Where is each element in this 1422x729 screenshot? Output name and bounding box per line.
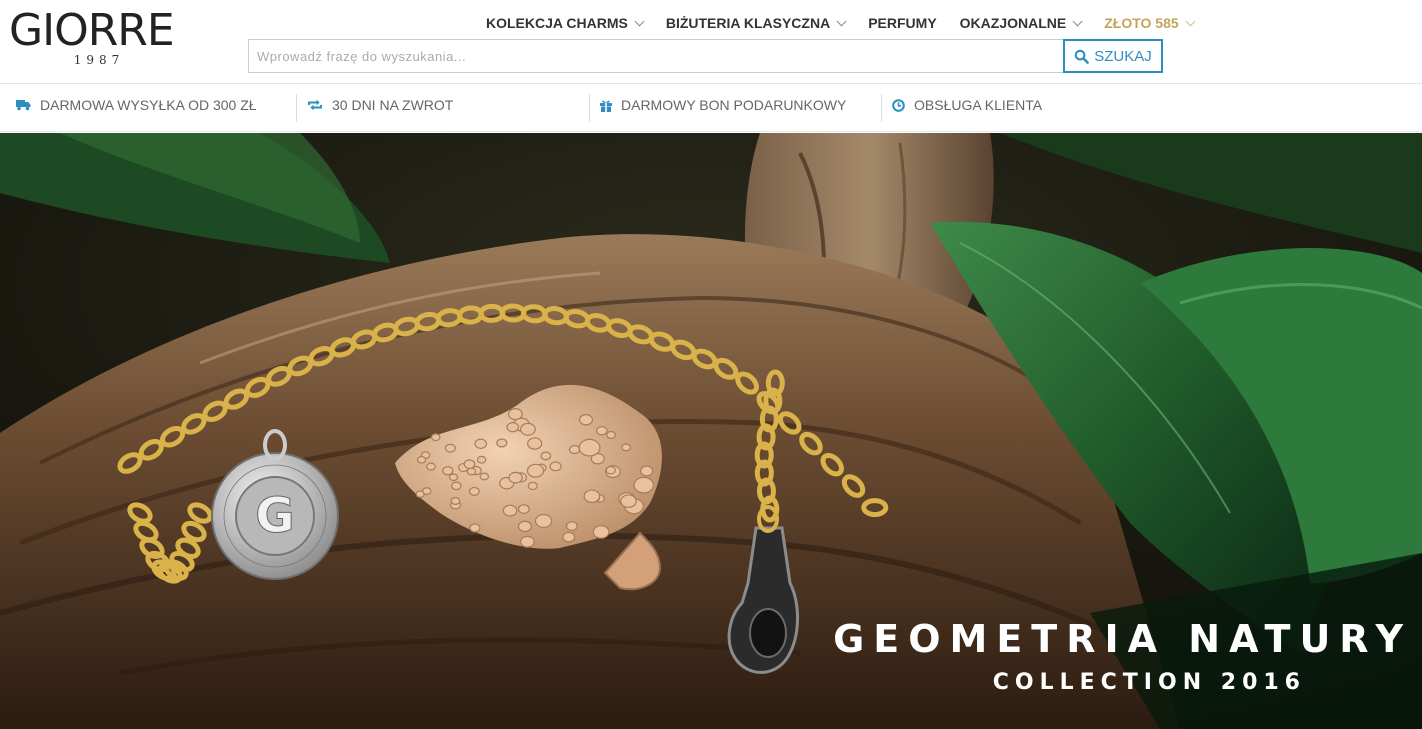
divider — [589, 94, 590, 122]
nav-item-okazjonalne[interactable]: OKAZJONALNE — [959, 15, 1083, 31]
nav-item-label: ZŁOTO 585 — [1104, 15, 1179, 31]
divider — [296, 94, 297, 122]
pebble-texture — [502, 504, 518, 517]
search-icon — [1074, 49, 1090, 64]
pebble-texture — [496, 438, 508, 448]
benefit-returns[interactable]: 30 DNI NA ZWROT — [307, 97, 453, 113]
pebble-texture — [592, 525, 610, 539]
pebble-texture — [416, 455, 427, 464]
pebble-texture — [633, 476, 655, 494]
search-button-label: SZUKAJ — [1094, 47, 1152, 65]
pebble-texture — [508, 471, 523, 484]
nav-item-label: BIŻUTERIA KLASYCZNA — [665, 15, 831, 31]
benefit-label: DARMOWA WYSYŁKA OD 300 ZŁ — [40, 97, 257, 113]
benefits-bar: DARMOWA WYSYŁKA OD 300 ZŁ 30 DNI NA ZWRO… — [0, 84, 1422, 132]
pebble-texture — [640, 465, 654, 477]
pebble-texture — [506, 421, 520, 433]
pebble-texture — [450, 497, 461, 505]
pebble-texture — [468, 486, 480, 496]
pebble-texture — [448, 473, 459, 482]
pebble-texture — [519, 422, 536, 436]
divider — [881, 94, 882, 122]
brand-logo[interactable]: GIORRE 1987 — [9, 8, 199, 72]
pebble-texture — [422, 487, 432, 495]
pebble-texture — [549, 461, 562, 472]
truck-icon — [16, 100, 31, 111]
pebble-texture — [517, 520, 532, 533]
pebble-texture — [579, 414, 594, 426]
pebble-texture — [621, 443, 631, 452]
nav-item-perfumy[interactable]: PERFUMY — [868, 15, 936, 31]
pebble-texture — [444, 443, 456, 453]
pebble-texture — [517, 504, 530, 514]
pebble-texture — [520, 535, 535, 548]
main-nav: KOLEKCJA CHARMS BIŻUTERIA KLASYCZNA PERF… — [486, 13, 1217, 33]
benefit-free-shipping[interactable]: DARMOWA WYSYŁKA OD 300 ZŁ — [16, 97, 257, 113]
hero-banner[interactable]: G GEOMETRIA NATURY COLLECTION 2016 — [0, 133, 1422, 729]
pebble-texture — [578, 438, 601, 457]
pebble-texture — [526, 463, 545, 478]
clock-icon — [892, 98, 905, 112]
chevron-down-icon — [634, 16, 645, 26]
nav-item-zloto-585[interactable]: ZŁOTO 585 — [1104, 15, 1196, 31]
pendant-letter: G — [255, 488, 294, 544]
pebble-texture — [451, 481, 462, 491]
pebble-texture — [463, 459, 476, 470]
benefit-label: 30 DNI NA ZWROT — [332, 97, 454, 113]
nav-item-kolekcja-charms[interactable]: KOLEKCJA CHARMS — [486, 15, 645, 31]
pebble-texture — [466, 467, 477, 476]
nav-item-bizuteria-klasyczna[interactable]: BIŻUTERIA KLASYCZNA — [665, 15, 847, 31]
nav-item-label: OKAZJONALNE — [959, 15, 1067, 31]
pebble-texture — [596, 426, 608, 436]
pebble-texture — [583, 489, 601, 504]
gift-icon — [600, 100, 612, 112]
chevron-down-icon — [1185, 16, 1196, 26]
pebble-texture — [476, 455, 487, 464]
benefit-customer-service[interactable]: OBSŁUGA KLIENTA — [892, 97, 1042, 113]
chevron-down-icon — [1072, 16, 1083, 26]
pebble-texture — [474, 438, 488, 449]
pebble-texture — [620, 494, 637, 508]
benefit-gift-voucher[interactable]: DARMOWY BON PODARUNKOWY — [600, 97, 846, 113]
pebble-texture — [469, 523, 481, 533]
search-bar: SZUKAJ — [248, 39, 1163, 73]
pebble-texture — [534, 513, 553, 529]
logo-wordmark: GIORRE — [9, 5, 175, 56]
hero-title: GEOMETRIA NATURY — [833, 617, 1412, 661]
pebble-texture — [430, 433, 441, 442]
chevron-down-icon — [836, 16, 847, 26]
pebble-texture — [606, 430, 616, 439]
pebble-texture — [527, 437, 543, 450]
pebble-texture — [565, 521, 578, 531]
benefit-label: DARMOWY BON PODARUNKOWY — [621, 97, 847, 113]
refresh-icon — [308, 99, 322, 111]
search-input[interactable] — [248, 39, 1063, 73]
pebble-texture — [479, 472, 490, 481]
pebble-texture — [507, 408, 523, 421]
nav-item-label: PERFUMY — [868, 15, 937, 31]
pebble-texture — [568, 444, 581, 455]
site-header: GIORRE 1987 KOLEKCJA CHARMS BIŻUTERIA KL… — [0, 0, 1422, 84]
pebble-texture — [426, 462, 436, 471]
pebble-texture — [527, 481, 538, 491]
benefit-label: OBSŁUGA KLIENTA — [914, 97, 1043, 113]
nav-item-label: KOLEKCJA CHARMS — [486, 15, 628, 31]
pebble-texture — [562, 531, 576, 543]
hero-subtitle: COLLECTION 2016 — [992, 670, 1306, 695]
search-button[interactable]: SZUKAJ — [1063, 39, 1163, 73]
pebble-texture — [605, 465, 616, 475]
pebble-texture — [442, 466, 454, 476]
pebble-texture — [540, 451, 552, 461]
